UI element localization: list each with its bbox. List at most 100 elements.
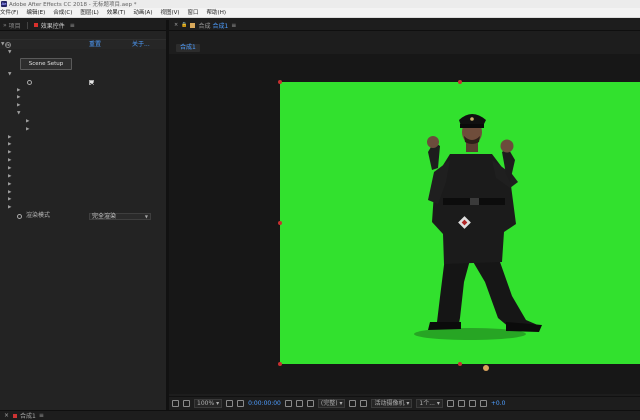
property-row[interactable]: ▶ [0,102,166,110]
panel-menu-icon[interactable]: ≡ [70,22,75,29]
menu-layer[interactable]: 图层(L) [76,8,102,18]
lock-icon[interactable]: 🔒 [181,22,187,28]
chevron-down-icon[interactable]: ▼ [1,40,4,49]
chevron-right-icon[interactable]: ▶ [8,189,11,197]
magnifier-icon[interactable] [172,400,179,407]
property-row[interactable]: ▶ [0,181,166,189]
exposure-icon[interactable] [479,400,487,407]
scene-setup-button[interactable]: Scene Setup [20,57,72,70]
chevron-right-icon[interactable]: ▶ [17,87,20,95]
timecode[interactable]: 0:00:00:00 [248,400,281,407]
stopwatch-icon[interactable] [17,213,22,219]
green-screen-layer[interactable] [280,82,640,364]
layer-handle-bottom-left[interactable] [278,362,282,366]
chevron-right-icon[interactable]: ▶ [8,196,11,204]
chevron-down-icon[interactable]: ▼ [8,71,11,79]
resolution-dropdown[interactable]: (完整) ▾ [317,399,346,408]
chevron-down-icon[interactable]: ▼ [17,110,20,118]
property-row[interactable]: ▶ [0,149,166,157]
camera-snapshot-icon[interactable] [284,400,292,407]
property-row[interactable]: ▶ [0,189,166,197]
property-row[interactable]: ▶ [0,134,166,142]
transparency-grid-icon[interactable] [360,400,368,407]
chevron-right-icon[interactable]: ▶ [26,126,29,134]
color-channel-icon[interactable] [306,400,314,407]
effect-header-row[interactable]: ▼ fx 重置 关于... [0,40,166,49]
property-row[interactable]: ▶ [0,157,166,165]
menu-animation[interactable]: 动画(A) [129,8,156,18]
tab-composition-name[interactable]: 合成1 [212,21,228,30]
layer-handle-bottom-center[interactable] [458,362,462,366]
chevron-right-icon[interactable]: ▶ [17,94,20,102]
flowchart-icon[interactable] [468,400,476,407]
tab-effect-controls[interactable]: 效果控件 ≡ [31,21,78,30]
chevron-right-icon[interactable]: ▶ [8,204,11,212]
property-row[interactable]: ▶ [0,126,166,134]
property-row[interactable]: ▶ [0,118,166,126]
property-row[interactable]: ▼ [0,71,166,79]
chevron-right-icon[interactable]: ▶ [8,181,11,189]
property-row[interactable]: ▶ [0,173,166,181]
composition-subtab[interactable]: 合成1 [176,44,200,52]
menu-window[interactable]: 窗口 [184,8,203,18]
safe-area-icon[interactable] [226,400,234,407]
exposure-value[interactable]: +0.0 [491,400,506,407]
tab-project-menu-icon: » [3,21,7,29]
property-checkbox[interactable] [89,80,94,86]
menu-file[interactable]: 文件(F) [0,8,22,18]
layer-handle-middle-left[interactable] [278,221,282,225]
property-row[interactable]: ▶ [0,204,166,212]
chevron-down-icon[interactable]: ▼ [8,49,11,57]
menu-edit[interactable]: 编辑(E) [22,8,49,18]
region-of-interest-icon[interactable] [349,400,357,407]
property-row[interactable]: ▼ [0,49,166,57]
layer-handle-top-left[interactable] [278,80,282,84]
property-row[interactable]: ▶ [0,94,166,102]
chevron-right-icon[interactable]: ▶ [8,165,11,173]
chevron-right-icon[interactable]: ▶ [8,149,11,157]
property-row[interactable]: ▶ [0,141,166,149]
policeman-figure [414,114,542,340]
grid-icon[interactable] [183,400,190,407]
property-row[interactable] [0,79,166,87]
after-effects-window: Ae Adobe After Effects CC 2018 - 无标题项目.a… [0,0,640,420]
views-dropdown[interactable]: 1个... ▾ [416,399,443,408]
close-icon[interactable]: × [174,22,178,28]
menu-help[interactable]: 帮助(H) [203,8,230,18]
chevron-right-icon[interactable]: ▶ [17,102,20,110]
composition-viewer[interactable] [169,54,640,394]
property-row[interactable]: ▶ [0,165,166,173]
menu-bar: 文件(F) 编辑(E) 合成(C) 图层(L) 效果(T) 动画(A) 视图(V… [0,8,640,18]
property-row[interactable]: ▼ [0,110,166,118]
chevron-right-icon[interactable]: ▶ [8,173,11,181]
close-icon[interactable]: × [4,412,9,419]
property-row[interactable]: ▶ [0,87,166,95]
menu-composition[interactable]: 合成(C) [49,8,76,18]
timeline-tab[interactable]: 合成1 [20,411,36,420]
mask-icon[interactable] [237,400,245,407]
menu-view[interactable]: 视图(V) [156,8,183,18]
menu-effect[interactable]: 效果(T) [103,8,130,18]
panel-menu-icon[interactable]: ≡ [231,22,236,29]
stopwatch-icon[interactable] [27,80,32,86]
reset-link[interactable]: 重置 [89,40,101,49]
about-link[interactable]: 关于... [132,40,150,49]
chevron-right-icon[interactable]: ▶ [8,141,11,149]
camera-dropdown[interactable]: 活动摄像机 ▾ [371,399,413,408]
tab-project[interactable]: » 项目 [0,21,24,30]
fast-preview-icon[interactable] [446,400,454,407]
layer-handle-top-center[interactable] [458,80,462,84]
property-row[interactable]: ▶ [0,196,166,204]
timeline-icon[interactable] [457,400,465,407]
chevron-right-icon[interactable]: ▶ [8,134,11,142]
panel-menu-icon[interactable]: ≡ [39,412,44,419]
show-snapshot-icon[interactable] [295,400,303,407]
anchor-point-icon[interactable] [483,365,489,371]
chevron-right-icon[interactable]: ▶ [26,118,29,126]
zoom-dropdown[interactable]: 100% ▾ [194,399,223,408]
tab-composition-label[interactable]: 合成 [198,21,210,30]
tab-effect-controls-label: 效果控件 [40,22,65,30]
chevron-right-icon[interactable]: ▶ [8,157,11,165]
fx-toggle-icon[interactable]: fx [5,41,11,48]
render-mode-select[interactable]: 完全渲染 ▼ [89,212,151,220]
